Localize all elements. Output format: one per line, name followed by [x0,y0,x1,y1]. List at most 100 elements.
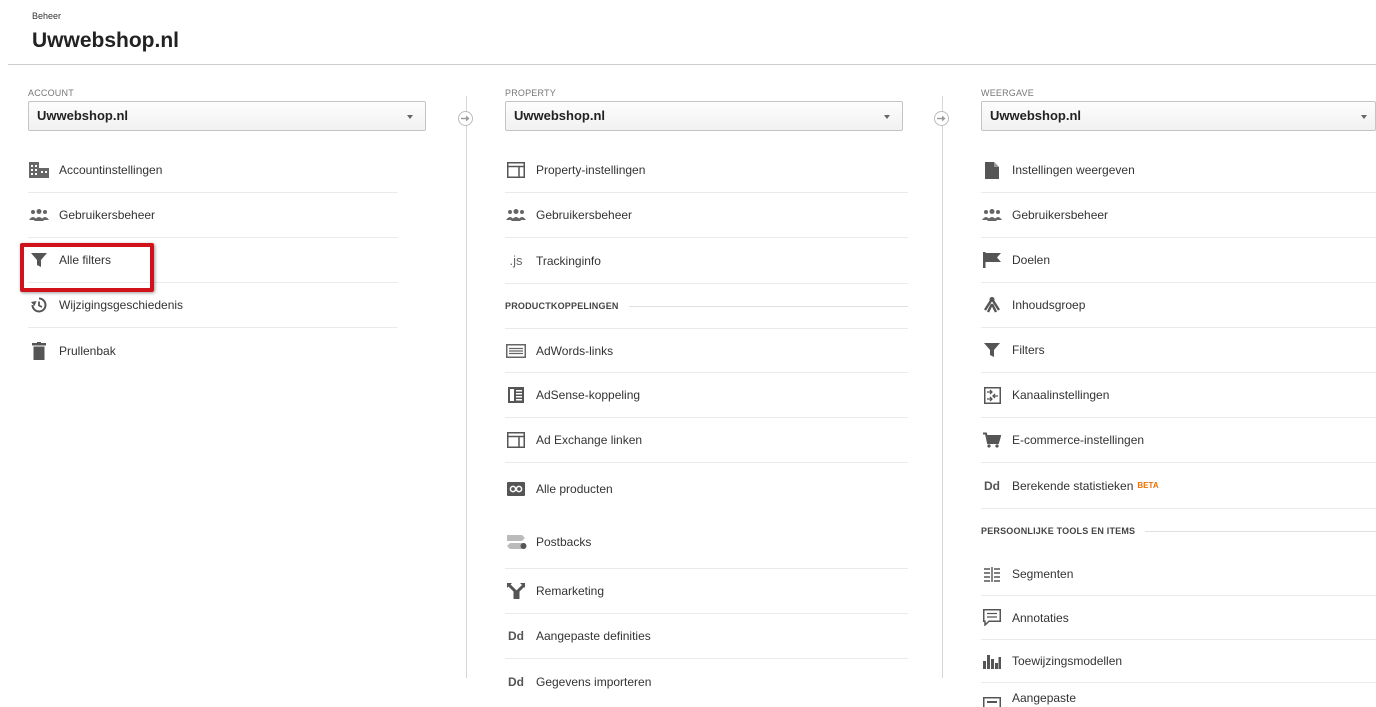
view-item-label: Aangepaste [1012,691,1077,705]
account-item-filters[interactable]: Alle filters [28,238,398,283]
property-item-label: Property-instellingen [536,163,646,177]
column-divider [942,96,943,678]
content-group-icon [981,296,1003,314]
view-label: WEERGAVE [981,88,1034,98]
property-item-tracking[interactable]: .js Trackinginfo [505,238,908,283]
property-item-postbacks[interactable]: Postbacks [505,515,908,569]
users-icon [28,206,50,224]
chevron-down-icon [407,115,413,119]
view-item-annotations[interactable]: Annotaties [981,596,1376,640]
section-heading-personal-tools: PERSOONLIJKE TOOLS EN ITEMS [981,508,1376,553]
view-item-label: Instellingen weergeven [1012,163,1135,177]
view-item-custom[interactable]: Aangepaste [981,683,1376,707]
account-item-settings[interactable]: Accountinstellingen [28,148,398,193]
segments-icon [981,565,1003,583]
property-item-all-products[interactable]: Alle producten [505,463,908,515]
view-item-channel-settings[interactable]: Kanaalinstellingen [981,373,1376,418]
page-title: Uwwebshop.nl [32,29,179,52]
account-item-label: Accountinstellingen [59,163,163,177]
postbacks-icon [505,533,527,551]
property-item-adwords[interactable]: AdWords-links [505,328,908,373]
account-item-label: Gebruikersbeheer [59,208,156,222]
users-icon [981,206,1003,224]
trash-icon [28,341,50,360]
property-label: PROPERTY [505,88,556,98]
breadcrumb[interactable]: Beheer [32,11,61,21]
channel-icon [981,386,1003,404]
view-item-ecommerce[interactable]: E-commerce-instellingen [981,418,1376,463]
property-item-custom-definitions[interactable]: Dd Aangepaste definities [505,614,908,659]
account-select[interactable]: Uwwebshop.nl [28,101,426,131]
view-item-segments[interactable]: Segmenten [981,553,1376,596]
view-item-goals[interactable]: Doelen [981,238,1376,283]
dd-icon: Dd [508,629,524,643]
account-item-label: Wijzigingsgeschiedenis [59,298,184,312]
beta-badge: BETA [1137,481,1159,490]
remarketing-icon [505,582,527,600]
property-item-label: Gegevens importeren [536,674,652,689]
property-item-settings[interactable]: Property-instellingen [505,148,908,193]
link-icon [505,480,527,498]
property-select-value: Uwwebshop.nl [514,108,605,123]
column-divider [466,96,467,678]
view-item-label: Gebruikersbeheer [1012,208,1109,222]
view-item-label: Toewijzingsmodellen [1012,654,1123,668]
dd-icon: Dd [508,674,524,689]
property-item-label: Alle producten [536,482,613,496]
view-item-label: E-commerce-instellingen [1012,433,1145,447]
window-icon [505,161,527,179]
property-select[interactable]: Uwwebshop.nl [505,101,903,131]
property-item-label: Trackinginfo [536,253,601,268]
annotation-icon [981,609,1003,627]
view-item-label: Doelen [1012,253,1051,267]
account-item-label: Alle filters [59,253,112,267]
property-item-label: AdWords-links [536,343,614,358]
property-item-remarketing[interactable]: Remarketing [505,569,908,614]
property-item-label: Remarketing [536,584,605,598]
property-item-adsense[interactable]: AdSense-koppeling [505,373,908,418]
users-icon [505,206,527,224]
dd-icon: Dd [984,478,1000,493]
property-item-users[interactable]: Gebruikersbeheer [505,193,908,238]
header-divider [8,64,1376,65]
chevron-down-icon [884,115,890,119]
filter-icon [28,251,50,269]
chevron-down-icon [1361,115,1367,119]
view-item-label: Kanaalinstellingen [1012,388,1110,402]
view-item-label: Inhoudsgroep [1012,298,1086,312]
property-item-adexchange[interactable]: Ad Exchange linken [505,418,908,463]
account-item-label: Prullenbak [59,343,116,358]
view-item-filters[interactable]: Filters [981,328,1376,373]
property-column: PROPERTY Uwwebshop.nl Property-instellin… [505,88,908,704]
custom-icon [981,695,1003,707]
js-icon: .js [509,253,523,268]
view-item-label: Berekende statistieken [1012,478,1134,493]
property-item-label: Gebruikersbeheer [536,208,633,222]
cart-icon [981,431,1003,449]
view-select[interactable]: Uwwebshop.nl [981,101,1376,131]
arrow-right-icon [458,111,473,126]
flag-icon [981,251,1003,269]
view-item-label: Annotaties [1012,610,1069,625]
view-select-value: Uwwebshop.nl [990,108,1081,123]
view-item-users[interactable]: Gebruikersbeheer [981,193,1376,238]
account-label: ACCOUNT [28,88,74,98]
account-item-users[interactable]: Gebruikersbeheer [28,193,398,238]
property-item-label: AdSense-koppeling [536,388,641,402]
view-item-calculated-metrics[interactable]: Dd Berekende statistieken BETA [981,463,1376,508]
view-item-settings[interactable]: Instellingen weergeven [981,148,1376,193]
property-item-label: Postbacks [536,534,592,549]
view-item-content-grouping[interactable]: Inhoudsgroep [981,283,1376,328]
property-item-data-import[interactable]: Dd Gegevens importeren [505,659,908,704]
arrow-right-icon [934,111,949,126]
view-item-attribution-models[interactable]: Toewijzingsmodellen [981,640,1376,683]
account-item-trash[interactable]: Prullenbak [28,328,398,373]
account-menu: Accountinstellingen Gebruikersbeheer All… [28,148,398,373]
section-heading-product-links: PRODUCTKOPPELINGEN [505,283,908,328]
view-item-label: Filters [1012,343,1045,357]
adwords-icon [505,342,527,360]
document-icon [981,161,1003,179]
account-item-history[interactable]: Wijzigingsgeschiedenis [28,283,398,328]
property-item-label: Aangepaste definities [536,629,651,643]
adsense-icon [505,386,527,404]
